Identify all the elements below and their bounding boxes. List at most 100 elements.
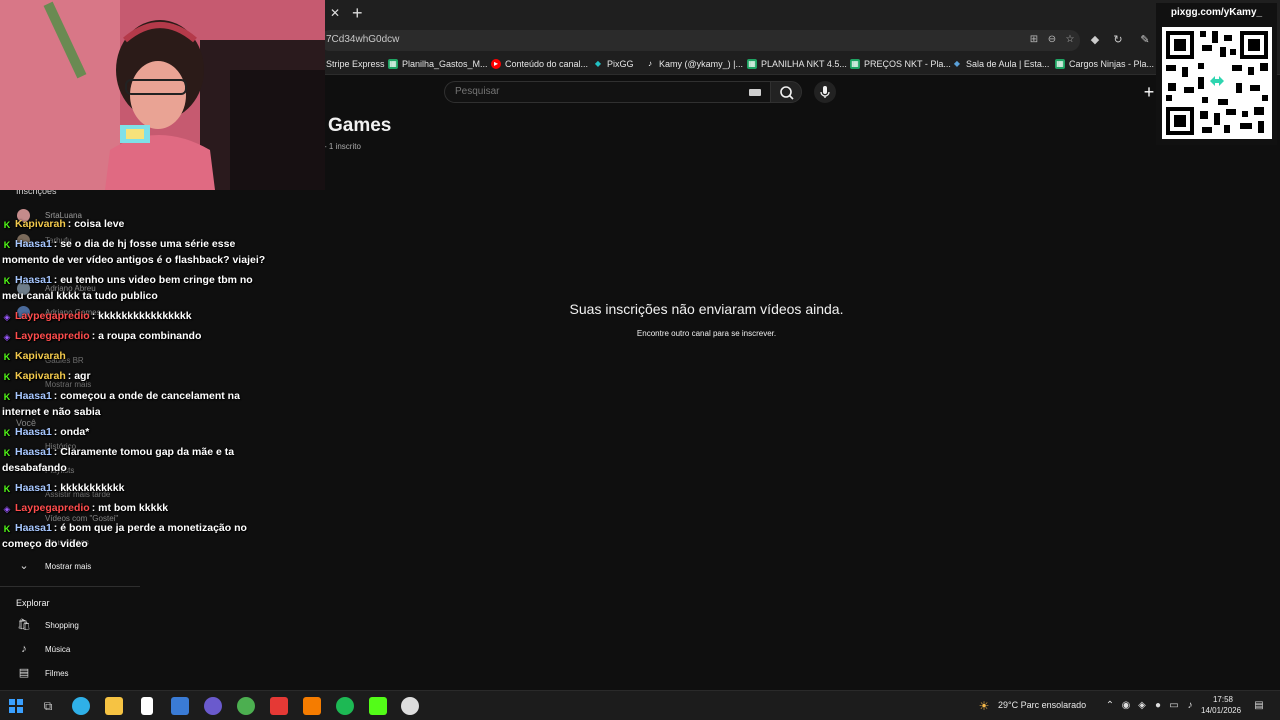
bookmark-item[interactable]: ▦ Planilha_Gastos_M... [388, 57, 488, 71]
qr-code-overlay: pixgg.com/yKamy_ [1156, 3, 1277, 145]
volume-icon[interactable]: ♪ [1184, 700, 1196, 712]
bookmark-item[interactable]: ♪ Kamy (@ykamy_) |... [645, 57, 743, 71]
extensions-puzzle-icon[interactable]: ✎ [1138, 33, 1152, 47]
url-field[interactable]: 7Cd34whG0dcw ⊞ ⊖ ☆ [320, 30, 1080, 51]
mail-icon[interactable] [171, 697, 189, 715]
keyboard-icon[interactable] [749, 89, 761, 96]
kick-icon: K [3, 352, 11, 362]
bookmark-label: Conteúdo do canal... [505, 59, 589, 69]
sidebar-show-more[interactable]: Mostrar mais [45, 562, 91, 571]
sidebar-item-movies[interactable]: Filmes [45, 669, 69, 678]
kick-icon: K [3, 276, 11, 286]
webcam-overlay [0, 0, 325, 190]
chevron-down-icon[interactable]: ⌄ [17, 559, 31, 573]
spotify-icon[interactable] [336, 697, 354, 715]
notepad-icon[interactable] [141, 697, 153, 715]
bookmark-label: Stripe Express [326, 59, 385, 69]
bookmark-label: Planilha_Gastos_M... [402, 59, 488, 69]
new-tab-icon[interactable]: + [352, 3, 368, 23]
diamond-icon: ◆ [953, 59, 961, 68]
channel-subscriber-count: - 1 inscrito [324, 142, 361, 151]
kick-icon: K [3, 524, 11, 534]
chat-text: : agr [67, 370, 91, 382]
voice-search-button[interactable] [814, 81, 836, 103]
channel-title: Games [328, 115, 392, 136]
search-icon [780, 86, 794, 100]
chat-username: Laypegapredio [15, 502, 90, 514]
microphone-tray-icon[interactable]: ● [1152, 700, 1164, 712]
chat-message: K Kapivarah [2, 348, 267, 364]
qr-code-image [1162, 27, 1272, 139]
bookmark-item[interactable]: ▦ Cargos Ninjas - Pla... [1055, 57, 1154, 71]
sheets-icon: ▦ [388, 59, 398, 69]
bookmark-item[interactable]: ▦ PREÇOS NKT - Pla... [850, 57, 951, 71]
tiktok-icon: ♪ [648, 59, 652, 68]
extension-icon[interactable]: ◆ [1088, 33, 1102, 47]
search-input[interactable] [455, 86, 735, 97]
kick-app-icon[interactable] [369, 697, 387, 715]
bookmark-item[interactable]: ▸ Conteúdo do canal... [491, 57, 588, 71]
close-tab-icon[interactable]: ✕ [328, 6, 342, 20]
notifications-icon[interactable]: ▤ [1253, 700, 1265, 712]
orange-app-icon[interactable] [303, 697, 321, 715]
empty-state-subtitle: Encontre outro canal para se inscrever. [636, 329, 777, 338]
weather-icon[interactable]: ☀ [978, 700, 990, 712]
kick-icon: K [3, 220, 11, 230]
windows-taskbar: ⧉ ☀ 29°C Parc ensolarado ⌃ ◉ ◈ ● ▭ ♪ 17:… [0, 690, 1280, 720]
obs-icon[interactable] [204, 697, 222, 715]
twitch-icon: ◈ [3, 504, 11, 514]
bookmark-star-icon[interactable]: ☆ [1064, 34, 1076, 46]
search-button[interactable] [770, 81, 802, 103]
chevron-up-icon[interactable]: ⌃ [1104, 700, 1116, 712]
kick-icon: K [3, 392, 11, 402]
task-view-icon[interactable]: ⧉ [39, 697, 57, 715]
microphone-icon [820, 86, 830, 98]
install-app-icon[interactable]: ⊞ [1028, 34, 1040, 46]
chrome-icon[interactable] [237, 697, 255, 715]
bookmark-label: PixGG [607, 59, 634, 69]
chat-text: : onda* [53, 426, 90, 438]
chat-message: ◈ Laypegapredio: a roupa combinando [2, 328, 267, 344]
search-box[interactable] [444, 81, 770, 103]
bookmark-label: PLANILHA NKT 4.5... [761, 59, 847, 69]
url-text: 7Cd34whG0dcw [326, 34, 400, 45]
chat-message: K Haasa1: onda* [2, 424, 267, 440]
chat-username: Kapivarah [15, 370, 66, 382]
chat-message: K Haasa1: é bom que ja perde a monetizaçã… [2, 520, 267, 552]
bookmark-label: Kamy (@ykamy_) |... [659, 59, 743, 69]
chat-username: Haasa1 [15, 482, 52, 494]
kick-icon: K [3, 428, 11, 438]
zoom-icon[interactable]: ⊖ [1046, 34, 1058, 46]
sidebar-item-shopping[interactable]: Shopping [45, 621, 79, 630]
chat-username: Haasa1 [15, 522, 52, 534]
network-icon[interactable]: ▭ [1168, 700, 1180, 712]
bookmark-item[interactable]: ◆ PixGG [593, 57, 634, 71]
clock-time[interactable]: 17:58 [1208, 695, 1238, 704]
red-app-icon[interactable] [270, 697, 288, 715]
bookmark-item[interactable]: ◆ Sala de Aula | Esta... [952, 57, 1049, 71]
pixgg-icon: ◆ [594, 59, 602, 68]
edge-icon[interactable] [72, 697, 90, 715]
music-note-icon: ♪ [21, 643, 27, 655]
webcam-feed-image [0, 0, 325, 190]
chat-message: K Haasa1: Claramente tomou gap da mãe e t… [2, 444, 267, 476]
kick-icon: K [3, 484, 11, 494]
chat-message: K Haasa1: começou a onde de cancelament n… [2, 388, 267, 420]
refresh-icon[interactable]: ↻ [1111, 33, 1125, 47]
stream-app-icon[interactable] [401, 697, 419, 715]
tray-app-icon[interactable]: ◈ [1136, 700, 1148, 712]
file-explorer-icon[interactable] [105, 697, 123, 715]
shopping-bag-icon: 🛍 [17, 619, 31, 631]
chat-message: K Kapivarah: coisa leve [2, 216, 267, 232]
bookmark-item[interactable]: Stripe Express [326, 57, 385, 71]
weather-text[interactable]: 29°C Parc ensolarado [998, 700, 1086, 710]
start-icon[interactable] [7, 697, 25, 715]
chat-message: ◈ Laypegapredio: kkkkkkkkkkkkkkkk [2, 308, 267, 324]
twitch-icon: ◈ [3, 312, 11, 322]
chat-username: Haasa1 [15, 390, 52, 402]
bookmark-item[interactable]: ▦ PLANILHA NKT 4.5... [747, 57, 847, 71]
sidebar-item-music[interactable]: Música [45, 645, 70, 654]
clock-date[interactable]: 14/01/2026 [1201, 706, 1241, 715]
tray-app-icon[interactable]: ◉ [1120, 700, 1132, 712]
chat-text: : kkkkkkkkkkk [53, 482, 125, 494]
